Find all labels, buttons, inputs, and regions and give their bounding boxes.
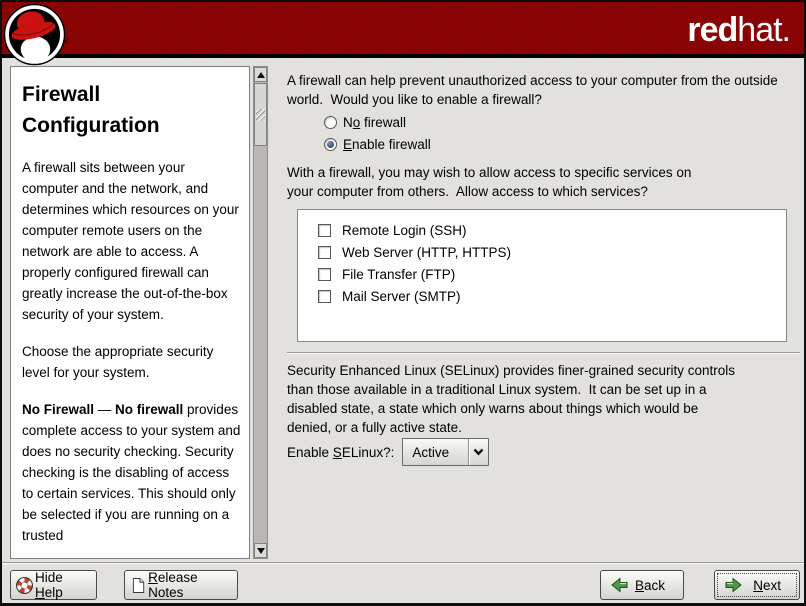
back-label: Back [635, 578, 665, 593]
firewall-intro-text: A firewall can help prevent unauthorized… [287, 71, 792, 109]
scrollbar-thumb[interactable] [254, 83, 267, 146]
enable-firewall-label: Enable firewall [343, 137, 431, 152]
release-notes-label: Release Notes [148, 570, 231, 600]
redhat-shadowman-icon [3, 3, 66, 66]
selinux-dropdown[interactable]: Active [402, 438, 489, 466]
scrollbar-up-icon[interactable] [254, 67, 267, 82]
help-paragraph-2: Choose the appropriate security level fo… [22, 341, 241, 383]
selinux-label: Enable SELinux?: [287, 445, 394, 460]
hide-help-label: Hide Help [35, 570, 90, 600]
next-button[interactable]: Next [714, 570, 800, 600]
http-label: Web Server (HTTP, HTTPS) [342, 245, 511, 260]
header-banner: redhat. [2, 2, 804, 58]
wordmark-hat: hat. [737, 11, 790, 49]
next-label: Next [753, 578, 781, 593]
no-firewall-label: No firewall [343, 115, 406, 130]
help-scrollbar[interactable] [253, 66, 268, 559]
selinux-dropdown-value: Active [403, 439, 468, 465]
help-title: Firewall Configuration [22, 79, 241, 141]
document-icon [132, 577, 145, 594]
ftp-checkbox[interactable] [318, 268, 331, 281]
arrow-left-icon [611, 577, 628, 593]
help-panel: Firewall Configuration A firewall sits b… [10, 66, 250, 559]
ssh-checkbox[interactable] [318, 224, 331, 237]
back-button[interactable]: Back [600, 570, 684, 600]
ftp-label: File Transfer (FTP) [342, 267, 455, 282]
selinux-description: Security Enhanced Linux (SELinux) provid… [287, 361, 742, 437]
arrow-right-icon [725, 577, 742, 593]
ssh-label: Remote Login (SSH) [342, 223, 467, 238]
wordmark-red: red [687, 11, 737, 49]
hide-help-button[interactable]: Hide Help [10, 570, 97, 600]
release-notes-button[interactable]: Release Notes [124, 570, 238, 600]
enable-firewall-radio[interactable] [324, 138, 337, 151]
service-row-ssh[interactable]: Remote Login (SSH) [318, 219, 786, 241]
service-row-ftp[interactable]: File Transfer (FTP) [318, 263, 786, 285]
help-paragraph-3: No Firewall — No firewall provides compl… [22, 399, 241, 546]
service-row-smtp[interactable]: Mail Server (SMTP) [318, 285, 786, 307]
life-buoy-icon [16, 577, 33, 594]
redhat-wordmark: redhat. [687, 11, 790, 50]
chevron-down-icon[interactable] [468, 439, 488, 465]
scrollbar-down-icon[interactable] [254, 543, 267, 558]
enable-firewall-option[interactable]: Enable firewall [324, 134, 431, 154]
services-question-text: With a firewall, you may wish to allow a… [287, 163, 717, 201]
registered-trademark: ® [63, 39, 68, 46]
service-row-http[interactable]: Web Server (HTTP, HTTPS) [318, 241, 786, 263]
no-firewall-option[interactable]: No firewall [324, 112, 406, 132]
smtp-label: Mail Server (SMTP) [342, 289, 461, 304]
help-paragraph-1: A firewall sits between your computer an… [22, 157, 241, 325]
no-firewall-radio[interactable] [324, 116, 337, 129]
scrollbar-grip [256, 109, 265, 121]
selinux-separator [287, 352, 800, 354]
smtp-checkbox[interactable] [318, 290, 331, 303]
installer-window: redhat. ® Firewall Configuration A firew… [0, 0, 806, 606]
services-list: Remote Login (SSH) Web Server (HTTP, HTT… [297, 209, 787, 342]
http-checkbox[interactable] [318, 246, 331, 259]
footer-separator [2, 562, 804, 564]
selinux-setting-row: Enable SELinux?: Active [287, 438, 489, 466]
